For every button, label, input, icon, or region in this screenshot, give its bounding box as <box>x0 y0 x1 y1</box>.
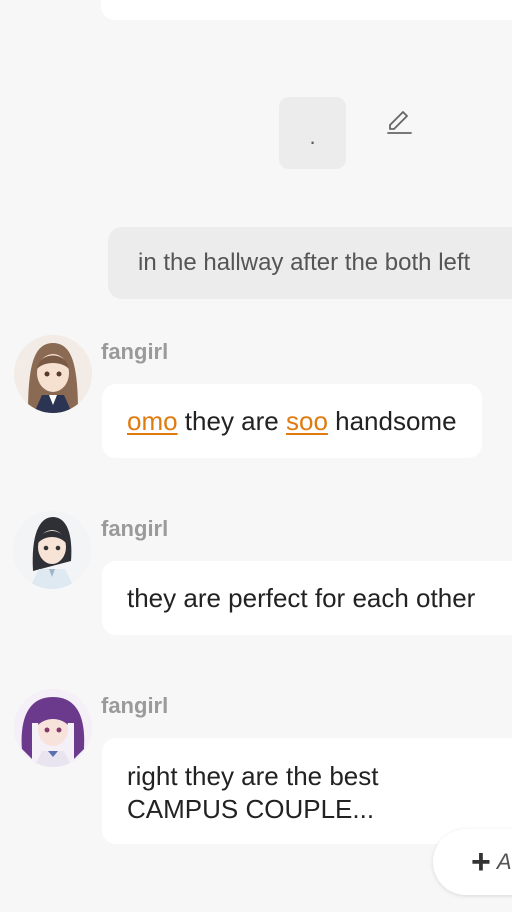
character-message-bubble: omo they are soo handsome <box>102 384 482 458</box>
highlighted-word[interactable]: soo <box>286 405 328 438</box>
message-text: they are <box>177 405 286 436</box>
user-message-text: in the hallway after the both left <box>138 249 471 276</box>
character-avatar[interactable] <box>13 511 91 589</box>
character-avatar[interactable] <box>14 335 92 413</box>
avatar-image-icon <box>14 335 92 413</box>
message-text: they are perfect for each other <box>127 582 476 613</box>
character-message-bubble: they are perfect for each other <box>102 561 512 635</box>
plus-icon: + <box>471 843 491 881</box>
previous-message-bubble <box>101 0 512 20</box>
sender-name: fangirl <box>101 693 169 718</box>
dot-message-bubble: . <box>279 97 346 169</box>
sender-name: fangirl <box>101 516 169 541</box>
sender-name: fangirl <box>101 339 169 364</box>
user-message-bubble: in the hallway after the both left <box>108 227 512 299</box>
character-message-bubble: right they are the best CAMPUS COUPLE... <box>102 738 512 844</box>
character-avatar[interactable] <box>14 689 92 767</box>
avatar-image-icon <box>13 511 91 589</box>
avatar-image-icon <box>14 689 92 767</box>
dot-message-text: . <box>309 124 316 149</box>
message-text: handsome <box>327 405 457 436</box>
message-text-line: CAMPUS COUPLE... <box>127 794 375 824</box>
message-text-line: right they are the best <box>127 761 379 791</box>
add-button-label: A <box>496 849 512 874</box>
chat-screen: . in the hallway after the both left fan… <box>0 0 512 912</box>
pencil-edit-icon[interactable] <box>384 107 414 137</box>
add-button[interactable]: + A <box>433 829 512 895</box>
highlighted-word[interactable]: omo <box>127 405 178 438</box>
